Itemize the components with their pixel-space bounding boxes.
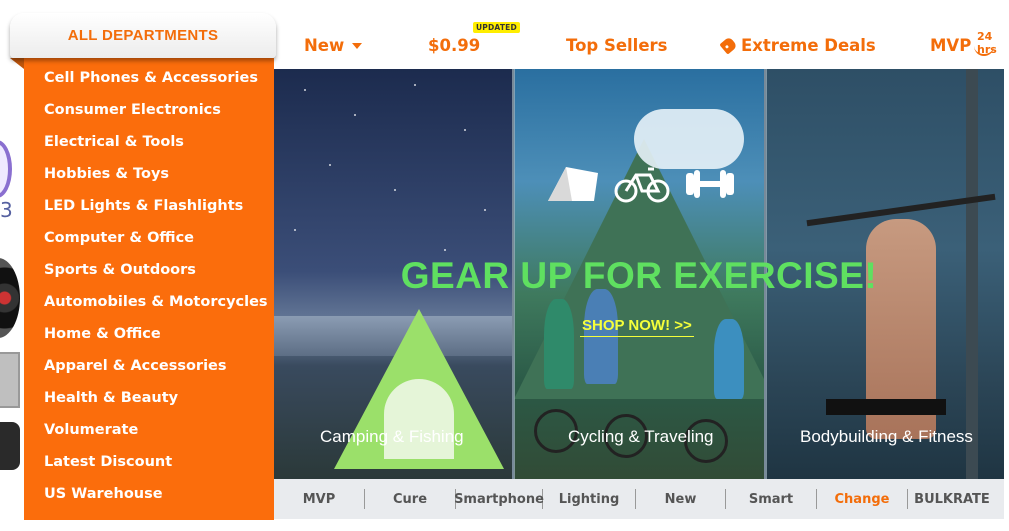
cloud-image: [634, 109, 744, 169]
category-item-cell-phones[interactable]: Cell Phones & Accessories: [24, 70, 274, 102]
all-departments-label: ALL DEPARTMENTS: [67, 27, 219, 44]
category-item-sports-outdoors[interactable]: Sports & Outdoors: [24, 262, 274, 294]
activity-icons: [544, 165, 736, 203]
category-item-latest-discount[interactable]: Latest Discount: [24, 454, 274, 486]
tent-door-image: [384, 379, 454, 459]
top-navigation: New $0.99 UPDATED Top Sellers Extreme De…: [276, 14, 1009, 64]
strip-link-change[interactable]: Change: [817, 479, 907, 519]
strip-link-smart[interactable]: Smart: [726, 479, 816, 519]
nav-extreme-deals-label: Extreme Deals: [741, 36, 876, 55]
cyclist-image: [714, 319, 744, 399]
category-item-health-beauty[interactable]: Health & Beauty: [24, 390, 274, 422]
bench-image: [826, 399, 946, 415]
nav-top-sellers[interactable]: Top Sellers: [566, 36, 668, 55]
shop-now-link[interactable]: SHOP NOW! >>: [580, 317, 694, 337]
category-item-hobbies-toys[interactable]: Hobbies & Toys: [24, 166, 274, 198]
strip-link-mvp[interactable]: MVP: [274, 479, 364, 519]
chevron-down-icon: [352, 42, 363, 49]
strip-link-bulkrate[interactable]: BULKRATE: [908, 479, 996, 519]
nav-mvp[interactable]: MVP: [930, 36, 971, 55]
strip-link-new[interactable]: New: [636, 479, 725, 519]
tent-icon: [548, 167, 598, 201]
cyclist-image: [544, 299, 574, 389]
gadget-image: [0, 422, 20, 470]
product-digit-image: 3: [0, 198, 13, 222]
page: 3 ALL DEPARTMENTS Cell Phones & Accessor…: [0, 0, 1009, 531]
tab-fold-decoration: [10, 58, 24, 69]
category-item-consumer-electronics[interactable]: Consumer Electronics: [24, 102, 274, 134]
device-image: [0, 352, 20, 408]
category-item-led-lights[interactable]: LED Lights & Flashlights: [24, 198, 274, 230]
nav-price-label: $0.99: [428, 36, 481, 55]
all-departments-tab[interactable]: ALL DEPARTMENTS: [10, 13, 276, 58]
strip-link-lighting[interactable]: Lighting: [543, 479, 635, 519]
banner-headline: GEAR UP FOR EXERCISE!: [400, 255, 878, 296]
strip-link-cure[interactable]: Cure: [365, 479, 455, 519]
category-item-apparel[interactable]: Apparel & Accessories: [24, 358, 274, 390]
category-item-electrical-tools[interactable]: Electrical & Tools: [24, 134, 274, 166]
product-ring-image: [0, 140, 12, 198]
left-edge-product-graphics: 3: [0, 130, 24, 480]
caption-fitness: Bodybuilding & Fitness: [800, 427, 973, 446]
caption-cycling: Cycling & Traveling: [568, 427, 714, 446]
nav-new-label: New: [304, 36, 345, 55]
bicycle-icon: [614, 167, 670, 203]
nav-new[interactable]: New: [304, 36, 363, 55]
nav-extreme-deals[interactable]: Extreme Deals: [719, 36, 876, 55]
nav-top-sellers-label: Top Sellers: [566, 36, 668, 55]
category-item-computer-office[interactable]: Computer & Office: [24, 230, 274, 262]
promo-banner[interactable]: GEAR UP FOR EXERCISE! SHOP NOW! >> Campi…: [274, 69, 1004, 519]
price-tag-icon: [719, 36, 738, 55]
updated-badge: UPDATED: [473, 22, 520, 33]
category-menu: Cell Phones & Accessories Consumer Elect…: [24, 58, 274, 520]
caption-camping: Camping & Fishing: [320, 427, 464, 446]
nav-mvp-label: MVP: [930, 36, 972, 55]
category-item-volumerate[interactable]: Volumerate: [24, 422, 274, 454]
category-item-us-warehouse[interactable]: US Warehouse: [24, 486, 274, 518]
category-item-home-office[interactable]: Home & Office: [24, 326, 274, 358]
nav-price-099[interactable]: $0.99: [428, 36, 480, 55]
strip-link-smartphone[interactable]: Smartphone: [454, 479, 544, 519]
dumbbell-icon: [686, 170, 734, 198]
category-item-automobiles[interactable]: Automobiles & Motorcycles: [24, 294, 274, 326]
speaker-image: [0, 258, 20, 338]
quick-links-strip: MVP Cure Smartphone Lighting New Smart C…: [274, 479, 1004, 519]
